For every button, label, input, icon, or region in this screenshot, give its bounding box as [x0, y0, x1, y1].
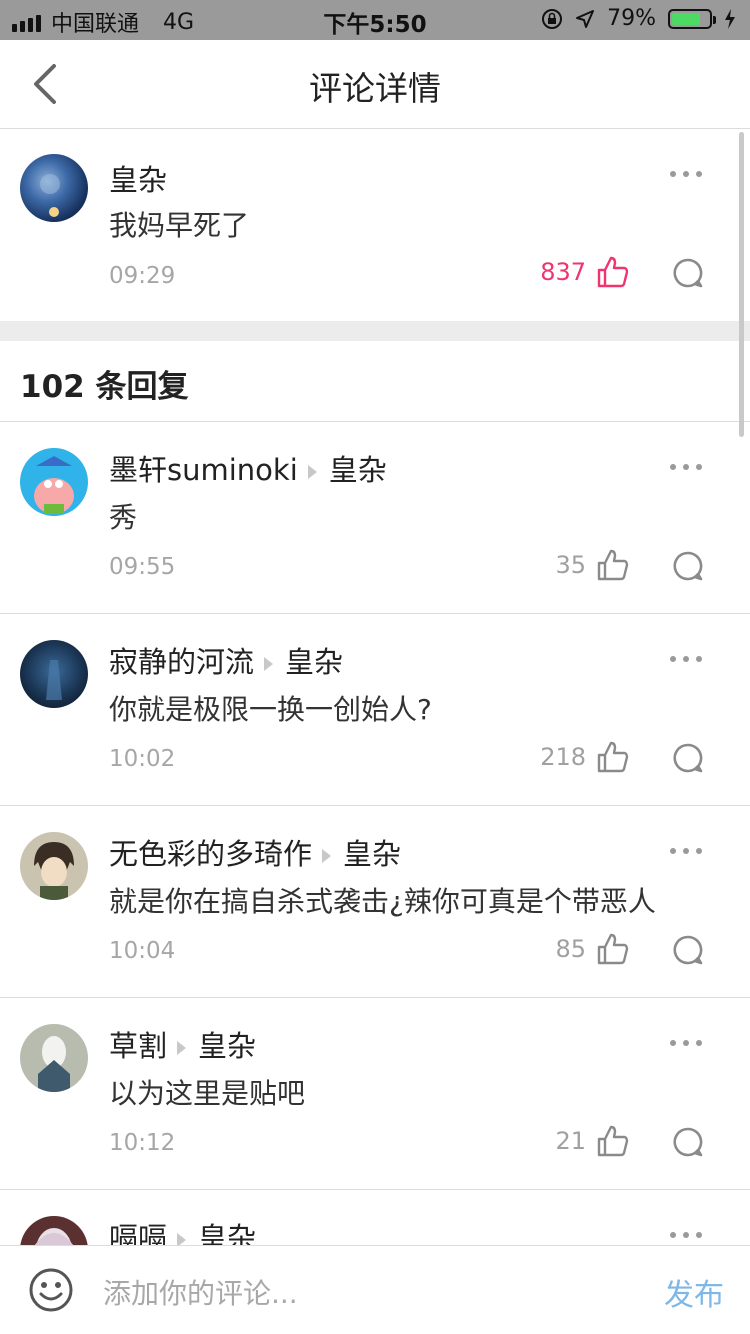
rotation-lock-icon	[542, 8, 563, 29]
reply-arrow-icon	[322, 849, 332, 863]
reply-item: 无色彩的多琦作 皇杂 就是你在搞自杀式袭击¿辣你可真是个带恶人 10:04 85	[0, 806, 750, 998]
like-count: 837	[540, 258, 586, 286]
comment-author[interactable]: 皇杂	[109, 157, 167, 199]
replies-header: 102 条回复	[0, 341, 750, 422]
more-icon[interactable]	[670, 1232, 702, 1238]
charging-icon	[725, 8, 735, 29]
like-button[interactable]: 35	[555, 548, 630, 582]
comment-detail-sheet: 评论详情 皇杂 我妈早死了 09:29 837 102 条回复 墨轩sumino…	[0, 40, 750, 1334]
reply-author[interactable]: 寂静的河流	[109, 645, 254, 679]
main-comment: 皇杂 我妈早死了 09:29 837	[0, 129, 750, 321]
reply-author[interactable]: 草割	[109, 1029, 167, 1063]
more-icon[interactable]	[670, 464, 702, 470]
more-icon[interactable]	[670, 656, 702, 662]
like-button[interactable]: 218	[540, 740, 630, 774]
reply-author-line: 寂静的河流 皇杂	[109, 639, 343, 681]
comment-input-bar: 添加你的评论... 发布	[0, 1245, 750, 1334]
reply-author-line: 草割 皇杂	[109, 1023, 256, 1065]
reply-author[interactable]: 墨轩suminoki	[109, 453, 298, 487]
battery-icon	[668, 8, 716, 29]
like-count: 21	[555, 1127, 586, 1155]
thumbs-up-icon	[597, 549, 629, 581]
reply-item: 墨轩suminoki 皇杂 秀 09:55 35	[0, 422, 750, 614]
avatar[interactable]	[20, 640, 88, 708]
status-right: 79%	[541, 6, 736, 31]
like-button[interactable]: 837	[540, 255, 630, 289]
like-count: 35	[555, 551, 586, 579]
reply-author[interactable]: 无色彩的多琦作	[109, 837, 312, 871]
reply-icon[interactable]	[672, 742, 704, 774]
reply-arrow-icon	[264, 657, 274, 671]
reply-target[interactable]: 皇杂	[329, 453, 387, 487]
section-divider	[0, 321, 750, 341]
thumbs-up-icon	[597, 741, 629, 773]
reply-text: 秀	[109, 501, 138, 534]
more-icon[interactable]	[670, 848, 702, 854]
emoji-icon[interactable]	[28, 1267, 74, 1313]
reply-target[interactable]: 皇杂	[343, 837, 401, 871]
reply-time: 10:12	[109, 1130, 176, 1156]
reply-time: 10:02	[109, 746, 176, 772]
comment-text: 我妈早死了	[109, 209, 250, 242]
reply-icon[interactable]	[672, 934, 704, 966]
battery-fill	[672, 12, 700, 25]
thumbs-up-icon	[597, 933, 629, 965]
avatar[interactable]	[20, 1024, 88, 1092]
status-bar: 中国联通 4G 下午5:50 79%	[0, 0, 750, 40]
avatar[interactable]	[20, 154, 88, 222]
reply-item: 草割 皇杂 以为这里是贴吧 10:12 21	[0, 998, 750, 1190]
reply-icon[interactable]	[672, 550, 704, 582]
location-icon	[576, 9, 595, 28]
reply-time: 09:55	[109, 554, 176, 580]
like-count: 85	[555, 935, 586, 963]
reply-arrow-icon	[177, 1041, 187, 1055]
more-icon[interactable]	[670, 1040, 702, 1046]
publish-button[interactable]: 发布	[664, 1270, 724, 1314]
comment-time: 09:29	[109, 263, 176, 289]
nav-bar: 评论详情	[0, 40, 750, 129]
reply-time: 10:04	[109, 938, 176, 964]
page-title: 评论详情	[309, 69, 441, 108]
reply-icon[interactable]	[672, 1126, 704, 1158]
like-count: 218	[540, 743, 586, 771]
avatar[interactable]	[20, 832, 88, 900]
reply-item: 寂静的河流 皇杂 你就是极限一换一创始人? 10:02 218	[0, 614, 750, 806]
comment-input[interactable]: 添加你的评论...	[103, 1272, 298, 1312]
replies-count: 102 条回复	[20, 369, 189, 405]
reply-text: 你就是极限一换一创始人?	[109, 693, 432, 726]
battery-percent: 79%	[607, 6, 656, 31]
reply-arrow-icon	[307, 465, 317, 479]
reply-target[interactable]: 皇杂	[285, 645, 343, 679]
reply-text: 就是你在搞自杀式袭击¿辣你可真是个带恶人	[109, 885, 656, 918]
reply-icon[interactable]	[672, 257, 704, 289]
like-button[interactable]: 21	[555, 1124, 630, 1158]
avatar[interactable]	[20, 448, 88, 516]
reply-author-line: 无色彩的多琦作 皇杂	[109, 831, 401, 873]
like-button[interactable]: 85	[555, 932, 630, 966]
reply-target[interactable]: 皇杂	[198, 1029, 256, 1063]
more-icon[interactable]	[670, 171, 702, 177]
reply-author-line: 墨轩suminoki 皇杂	[109, 447, 387, 489]
reply-text: 以为这里是贴吧	[109, 1077, 306, 1110]
thumbs-up-icon	[597, 256, 629, 288]
thumbs-up-icon	[597, 1125, 629, 1157]
scrollbar[interactable]	[739, 132, 744, 437]
